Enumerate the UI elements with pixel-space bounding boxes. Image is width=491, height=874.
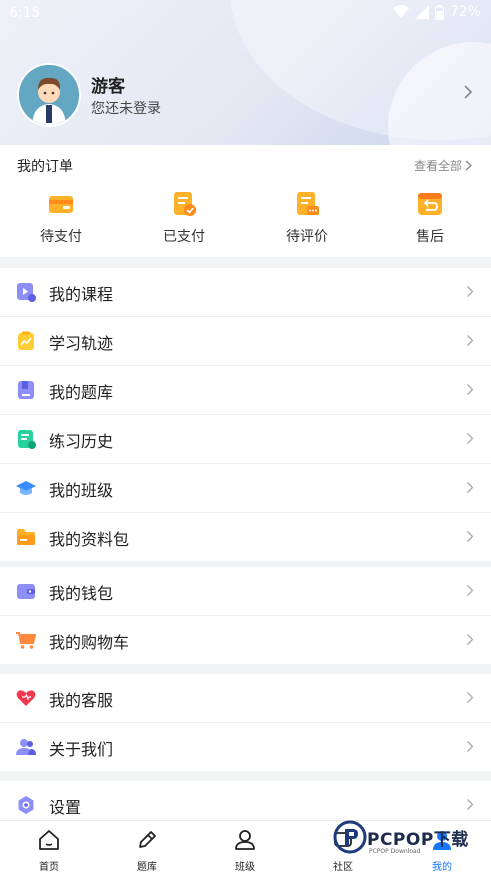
menu-item-label: 我的客服 bbox=[49, 691, 114, 710]
tab-label: 班级 bbox=[235, 862, 255, 873]
order-pending-review[interactable]: 待评价 bbox=[262, 191, 352, 246]
menu-item-label: 我的资料包 bbox=[49, 530, 130, 549]
user-name[interactable]: 游客 bbox=[91, 72, 125, 97]
status-time: 6:15 bbox=[9, 5, 41, 21]
menu-item-my-class[interactable]: 我的班级 bbox=[0, 464, 491, 513]
people-icon bbox=[16, 739, 36, 755]
chevron-right-icon bbox=[467, 482, 474, 493]
menu-item-label: 设置 bbox=[49, 798, 82, 817]
view-all-label: 查看全部 bbox=[413, 159, 462, 173]
chevron-right-icon bbox=[467, 585, 474, 596]
menu-item-label: 我的班级 bbox=[49, 481, 114, 500]
menu-item-learning-track[interactable]: 学习轨迹 bbox=[0, 317, 491, 366]
chevron-right-icon bbox=[467, 692, 474, 703]
return-box-icon bbox=[418, 193, 442, 215]
menu-group-support: 我的客服 关于我们 bbox=[0, 674, 491, 771]
watermark-text: PCPOP下载 bbox=[367, 829, 469, 850]
menu-item-label: 练习历史 bbox=[49, 432, 114, 451]
wifi-icon bbox=[392, 5, 409, 18]
menu-item-my-courses[interactable]: 我的课程 bbox=[0, 268, 491, 317]
user-group-icon bbox=[235, 830, 255, 850]
tab-label: 首页 bbox=[39, 862, 59, 873]
chevron-right-icon bbox=[467, 286, 474, 297]
menu-item-cart[interactable]: 我的购物车 bbox=[0, 616, 491, 664]
battery-level: 72% bbox=[449, 4, 481, 20]
chevron-right-icon bbox=[467, 741, 474, 752]
order-item-label: 待评价 bbox=[286, 229, 328, 245]
chevron-right-icon bbox=[467, 433, 474, 444]
order-item-label: 待支付 bbox=[40, 229, 82, 245]
status-bar: 6:15 72% bbox=[0, 0, 491, 28]
settings-gear-icon bbox=[18, 796, 34, 814]
order-item-label: 已支付 bbox=[163, 229, 205, 245]
menu-item-wallet[interactable]: 我的钱包 bbox=[0, 567, 491, 616]
login-prompt[interactable]: 您还未登录 bbox=[91, 98, 161, 118]
tab-question-bank[interactable]: 题库 bbox=[117, 829, 177, 873]
orders-title: 我的订单 bbox=[17, 159, 73, 175]
pencil-icon bbox=[139, 831, 156, 848]
trend-chart-icon bbox=[18, 331, 34, 350]
tab-label: 题库 bbox=[137, 862, 157, 873]
chevron-right-icon bbox=[467, 335, 474, 346]
watermark-subtext: PCPOP Download bbox=[369, 848, 421, 855]
course-video-icon bbox=[17, 283, 36, 302]
question-bank-icon bbox=[18, 381, 34, 399]
orders-card: 我的订单 查看全部 待支付 已支付 待评价 售后 bbox=[0, 145, 491, 257]
menu-item-customer-service[interactable]: 我的客服 bbox=[0, 674, 491, 723]
menu-item-label: 我的题库 bbox=[49, 383, 114, 402]
menu-item-label: 我的购物车 bbox=[49, 633, 130, 652]
menu-item-materials[interactable]: 我的资料包 bbox=[0, 513, 491, 561]
home-icon bbox=[39, 830, 59, 850]
avatar[interactable] bbox=[17, 63, 81, 127]
menu-group-wallet: 我的钱包 我的购物车 bbox=[0, 567, 491, 664]
view-all-orders-link[interactable]: 查看全部 bbox=[414, 157, 472, 174]
menu-item-label: 学习轨迹 bbox=[49, 334, 114, 353]
tab-label: 社区 bbox=[333, 862, 353, 873]
purse-icon bbox=[17, 584, 35, 599]
pcpop-logo-icon bbox=[333, 820, 367, 854]
chevron-right-icon[interactable] bbox=[463, 84, 473, 100]
pcpop-watermark: PCPOP下载 PCPOP Download bbox=[333, 820, 469, 855]
practice-history-icon bbox=[18, 430, 36, 449]
menu-item-practice-history[interactable]: 练习历史 bbox=[0, 415, 491, 464]
wallet-icon bbox=[49, 196, 73, 213]
folder-icon bbox=[17, 529, 35, 545]
tab-home[interactable]: 首页 bbox=[19, 829, 79, 873]
menu-item-settings[interactable]: 设置 bbox=[0, 781, 491, 820]
chevron-right-icon bbox=[467, 384, 474, 395]
chevron-right-icon bbox=[467, 634, 474, 645]
menu-item-question-bank[interactable]: 我的题库 bbox=[0, 366, 491, 415]
tab-label: 我的 bbox=[432, 862, 452, 873]
paid-doc-icon bbox=[174, 192, 196, 216]
menu-item-label: 我的钱包 bbox=[49, 584, 114, 603]
menu-item-label: 关于我们 bbox=[49, 740, 114, 759]
shopping-cart-icon bbox=[16, 632, 36, 649]
chevron-right-icon bbox=[467, 799, 474, 810]
menu-item-label: 我的课程 bbox=[49, 285, 114, 304]
signal-icon bbox=[414, 5, 429, 19]
order-pending-payment[interactable]: 待支付 bbox=[16, 191, 106, 246]
menu-group-settings: 设置 bbox=[0, 781, 491, 820]
graduation-cap-icon bbox=[16, 481, 36, 495]
heart-icon bbox=[16, 690, 36, 706]
menu-group-learning: 我的课程 学习轨迹 我的题库 练习历史 我的班级 我的资料包 bbox=[0, 268, 491, 561]
chevron-right-icon bbox=[467, 531, 474, 542]
boy-avatar-icon bbox=[19, 65, 79, 125]
battery-icon bbox=[434, 4, 444, 20]
order-after-sales[interactable]: 售后 bbox=[385, 191, 475, 246]
order-item-label: 售后 bbox=[416, 229, 444, 245]
tab-class[interactable]: 班级 bbox=[215, 829, 275, 873]
order-paid[interactable]: 已支付 bbox=[139, 191, 229, 246]
review-doc-icon bbox=[297, 192, 319, 215]
menu-item-about-us[interactable]: 关于我们 bbox=[0, 723, 491, 771]
chevron-right-icon bbox=[465, 160, 472, 171]
